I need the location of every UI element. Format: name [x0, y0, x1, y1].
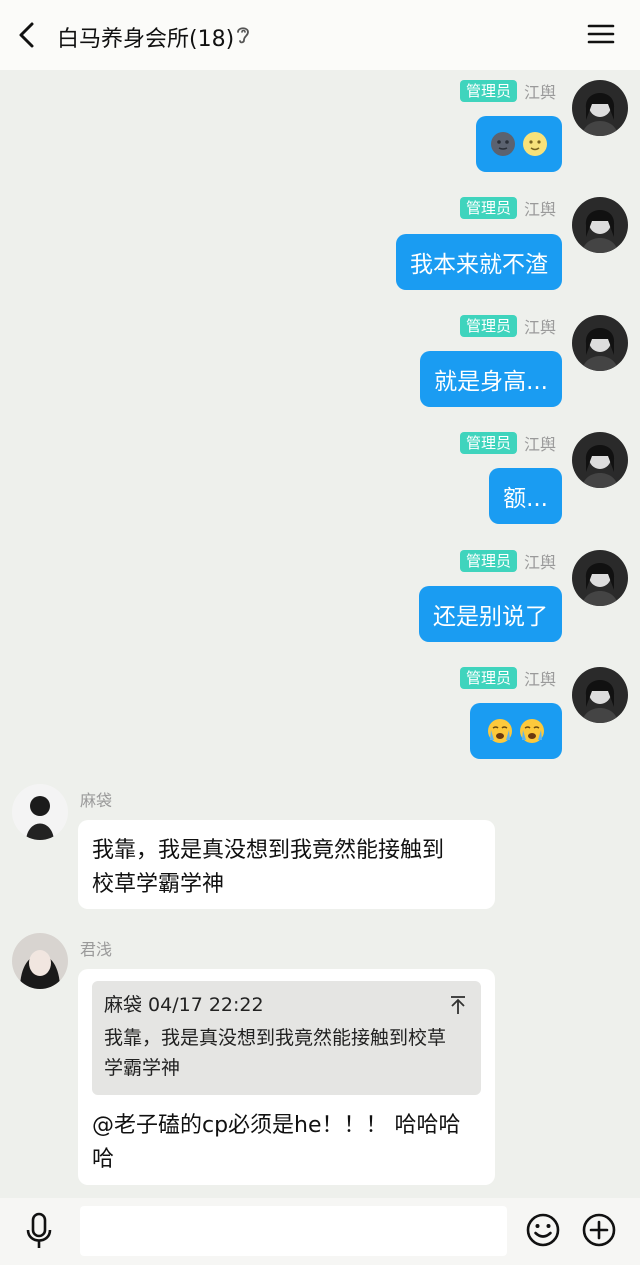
admin-badge: 管理员 [459, 550, 517, 572]
quote-line: 我靠，我是真没想到我竟然能接触到校草 [104, 1027, 447, 1049]
message-bubble[interactable]: 额... [489, 468, 562, 524]
avatar[interactable] [572, 197, 628, 253]
avatar[interactable] [572, 550, 628, 606]
sender-name: 江舆 [523, 670, 556, 689]
new-moon-face-emoji [491, 132, 515, 156]
quoted-message[interactable]: 麻袋 04/17 22:22 我靠，我是真没想到我竟然能接触到校草 学霸学神 [92, 981, 481, 1095]
quote-line: 学霸学神 [104, 1057, 181, 1079]
chat-header: 白马养身会所(18) [0, 0, 640, 70]
sender-name: 江舆 [523, 83, 556, 102]
message-line: 哈 [92, 1147, 115, 1172]
moon-face-emoji [523, 132, 547, 156]
ear-icon [237, 27, 249, 44]
message-bubble[interactable] [476, 116, 562, 172]
message-text: @老子磕的cp必须是he！！！ 哈哈哈 哈 [92, 1109, 461, 1177]
sender-meta: 管理员 江舆 [459, 197, 556, 219]
message-bubble[interactable]: 就是身高... [420, 351, 562, 407]
sender-name: 江舆 [523, 318, 556, 337]
avatar[interactable] [572, 667, 628, 723]
sender-meta: 管理员 江舆 [459, 315, 556, 337]
avatar[interactable] [572, 315, 628, 371]
input-bar [0, 1198, 640, 1265]
sender-meta: 管理员 江舆 [459, 667, 556, 689]
admin-badge: 管理员 [459, 197, 517, 219]
message-input[interactable] [80, 1206, 507, 1256]
sender-name: 江舆 [523, 435, 556, 454]
avatar[interactable] [572, 80, 628, 136]
avatar[interactable] [572, 432, 628, 488]
avatar[interactable] [12, 784, 68, 840]
hamburger-menu-icon[interactable] [586, 20, 616, 48]
message-bubble[interactable] [470, 703, 562, 759]
sender-name: 江舆 [523, 200, 556, 219]
back-arrow-icon[interactable] [14, 20, 42, 50]
crying-face-emoji [488, 719, 512, 743]
sender-meta: 管理员 江舆 [459, 432, 556, 454]
admin-badge: 管理员 [459, 80, 517, 102]
page-title: 白马养身会所(18) [57, 27, 235, 52]
sender-meta: 管理员 江舆 [459, 550, 556, 572]
sender-meta: 管理员 江舆 [459, 80, 556, 102]
message-line: @老子磕的cp必须是he！！！ 哈哈哈 [92, 1113, 461, 1138]
message-bubble[interactable]: 我本来就不渣 [396, 234, 562, 290]
admin-badge: 管理员 [459, 667, 517, 689]
admin-badge: 管理员 [459, 432, 517, 454]
message-text: 我靠，我是真没想到我竟然能接触到 [92, 838, 445, 863]
message-bubble[interactable]: 我靠，我是真没想到我竟然能接触到 校草学霸学神 [78, 820, 495, 909]
quote-text: 我靠，我是真没想到我竟然能接触到校草 学霸学神 [104, 1023, 469, 1083]
crying-face-emoji [520, 719, 544, 743]
avatar[interactable] [12, 933, 68, 989]
message-text: 校草学霸学神 [92, 872, 225, 897]
jump-to-top-icon[interactable] [449, 995, 467, 1015]
admin-badge: 管理员 [459, 315, 517, 337]
add-icon[interactable] [581, 1212, 617, 1248]
quote-header: 麻袋 04/17 22:22 [104, 994, 264, 1016]
sender-name: 江舆 [523, 553, 556, 572]
sender-name: 君浅 [80, 940, 113, 959]
sender-name: 麻袋 [80, 791, 113, 810]
emoji-icon[interactable] [525, 1212, 561, 1248]
message-bubble[interactable]: 麻袋 04/17 22:22 我靠，我是真没想到我竟然能接触到校草 学霸学神 @… [78, 969, 495, 1185]
microphone-icon[interactable] [24, 1212, 54, 1250]
message-bubble[interactable]: 还是别说了 [419, 586, 562, 642]
